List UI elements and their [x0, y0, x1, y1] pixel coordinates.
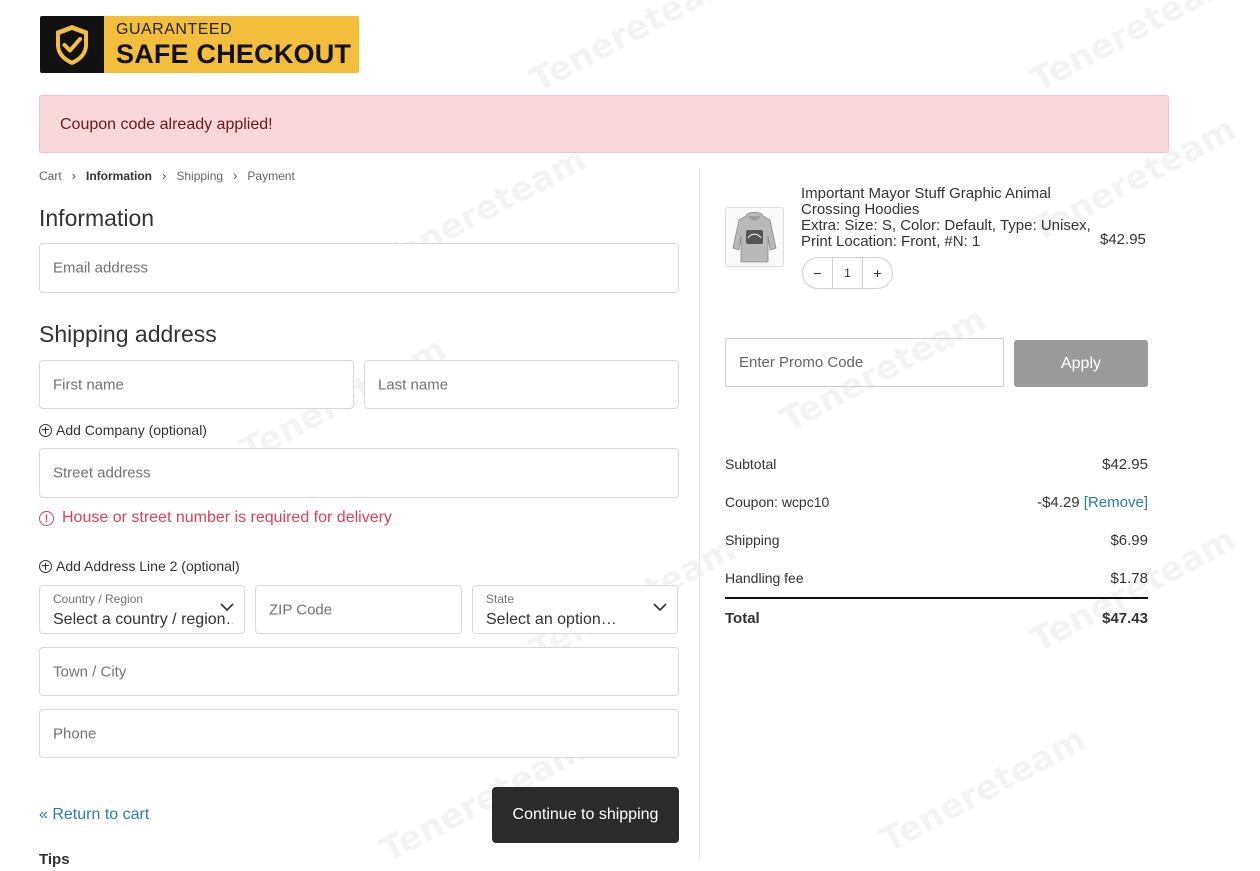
breadcrumb-information: Information — [86, 168, 153, 183]
chevron-right-icon: › — [71, 168, 77, 183]
city-placeholder: Town / City — [53, 663, 127, 680]
first-name-placeholder: First name — [53, 376, 124, 393]
information-heading: Information — [39, 205, 155, 231]
breadcrumb-cart[interactable]: Cart — [39, 169, 62, 183]
total-value: $47.43 — [1102, 610, 1148, 627]
phone-placeholder: Phone — [53, 725, 97, 742]
quantity-stepper[interactable]: − 1 + — [802, 257, 893, 289]
subtotal-label: Subtotal — [725, 456, 777, 472]
column-divider — [699, 168, 700, 861]
plus-icon[interactable]: + — [863, 265, 892, 281]
email-field[interactable]: Email address — [39, 243, 679, 293]
add-address-line2-label: Add Address Line 2 (optional) — [56, 558, 240, 574]
watermark-text: Tenereteam — [1024, 0, 1243, 101]
country-value: Select a country / region… — [53, 611, 233, 628]
promo-code-input[interactable]: Enter Promo Code — [725, 338, 1004, 387]
product-options: Extra: Size: S, Color: Default, Type: Un… — [801, 217, 1091, 250]
subtotal-value: $42.95 — [1102, 456, 1148, 473]
continue-to-shipping-button[interactable]: Continue to shipping — [492, 787, 679, 843]
last-name-field[interactable]: Last name — [364, 360, 679, 409]
add-company-link[interactable]: Add Company (optional) — [39, 422, 207, 438]
street-error: ! House or street number is required for… — [39, 509, 392, 527]
logo-line1: GUARANTEED — [116, 21, 233, 38]
tips-heading: Tips — [39, 851, 70, 868]
shipping-row: Shipping $6.99 — [725, 532, 1148, 549]
handling-label: Handling fee — [725, 570, 804, 586]
notice-text: Coupon code already applied! — [60, 116, 273, 133]
shield-check-icon — [40, 16, 104, 73]
phone-field[interactable]: Phone — [39, 709, 679, 758]
shipping-label: Shipping — [725, 532, 780, 548]
handling-row: Handling fee $1.78 — [725, 570, 1148, 587]
safe-checkout-logo: GUARANTEED SAFE CHECKOUT — [40, 16, 359, 73]
add-company-label: Add Company (optional) — [56, 422, 207, 438]
watermark-text: Tenereteam — [524, 0, 743, 101]
logo-line2: SAFE CHECKOUT — [116, 39, 352, 69]
chevron-right-icon: › — [162, 168, 167, 183]
hoodie-image — [732, 211, 777, 263]
remove-coupon-link[interactable]: [Remove] — [1084, 494, 1148, 511]
product-price: $42.95 — [1100, 231, 1146, 248]
total-label: Total — [725, 610, 760, 627]
street-placeholder: Street address — [53, 464, 151, 482]
shipping-heading: Shipping address — [39, 321, 217, 347]
quantity-value[interactable]: 1 — [832, 257, 863, 289]
state-label: State — [486, 592, 515, 606]
street-address-field[interactable]: Street address — [39, 448, 679, 498]
handling-value: $1.78 — [1110, 570, 1148, 587]
breadcrumb-payment: Payment — [247, 168, 295, 183]
breadcrumb-shipping: Shipping — [176, 168, 224, 183]
coupon-notice: Coupon code already applied! — [39, 95, 1169, 153]
promo-placeholder: Enter Promo Code — [739, 354, 864, 371]
product-info: Important Mayor Stuff Graphic Animal Cro… — [801, 186, 1091, 250]
watermark-text: Tenereteam — [874, 719, 1093, 861]
state-value: Select an option… — [486, 611, 617, 628]
product-name: Important Mayor Stuff Graphic Animal Cro… — [801, 185, 1051, 218]
zip-code-field[interactable]: ZIP Code — [255, 585, 462, 634]
minus-icon[interactable]: − — [803, 265, 832, 281]
breadcrumb: Cart › Information › Shipping › Payment — [39, 168, 295, 183]
info-icon: ! — [39, 510, 54, 526]
return-to-cart-link[interactable]: « Return to cart — [39, 806, 149, 824]
country-label: Country / Region — [53, 592, 144, 606]
country-select[interactable]: Country / Region Select a country / regi… — [39, 585, 245, 634]
product-thumbnail — [725, 207, 784, 267]
zip-placeholder: ZIP Code — [269, 601, 333, 618]
town-city-field[interactable]: Town / City — [39, 647, 679, 696]
chevron-down-icon — [653, 603, 667, 612]
add-circle-icon — [39, 559, 52, 573]
coupon-value: -$4.29 — [1037, 494, 1080, 511]
chevron-down-icon — [220, 603, 234, 612]
street-error-text: House or street number is required for d… — [62, 509, 392, 526]
total-row: Total $47.43 — [725, 610, 1148, 627]
first-name-field[interactable]: First name — [39, 360, 354, 409]
coupon-label: Coupon: wcpc10 — [725, 494, 830, 510]
shipping-value: $6.99 — [1110, 532, 1148, 549]
add-circle-icon — [39, 423, 52, 437]
state-select[interactable]: State Select an option… — [472, 585, 678, 634]
chevron-right-icon: › — [233, 168, 238, 183]
subtotal-row: Subtotal $42.95 — [725, 456, 1148, 473]
email-placeholder: Email address — [53, 259, 149, 277]
add-address-line2-link[interactable]: Add Address Line 2 (optional) — [39, 558, 240, 574]
total-divider — [725, 597, 1148, 599]
apply-button[interactable]: Apply — [1014, 340, 1148, 387]
last-name-placeholder: Last name — [378, 376, 449, 393]
coupon-row: Coupon: wcpc10 -$4.29 [Remove] — [725, 494, 1148, 511]
